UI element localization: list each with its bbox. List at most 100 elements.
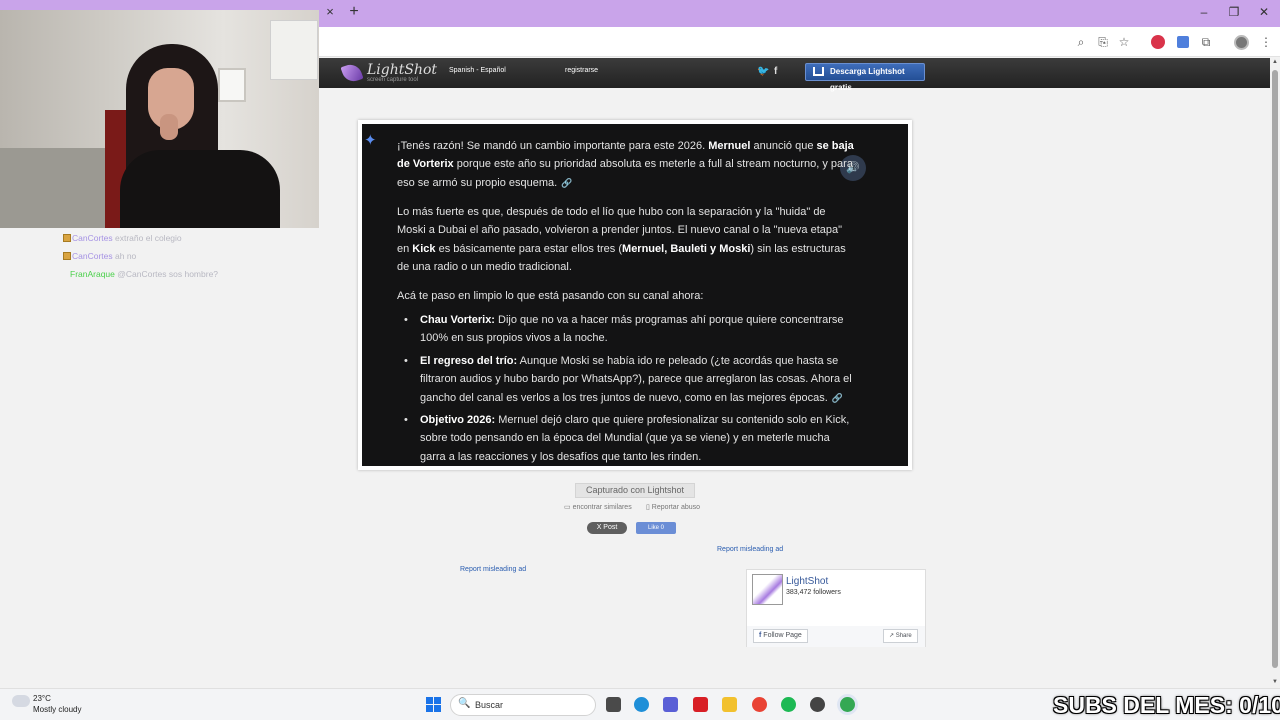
profile-icon[interactable]: [1234, 35, 1249, 50]
chat-username: CanCortes: [72, 251, 113, 261]
captured-with-lightshot-label: Capturado con Lightshot: [575, 483, 695, 498]
text-span: porque este año su prioridad absoluta es…: [397, 158, 853, 189]
chat-text: ah no: [115, 251, 137, 261]
spotify-icon[interactable]: [781, 697, 796, 712]
search-icon: 🔍: [458, 698, 471, 709]
fb-page-name[interactable]: LightShot: [786, 576, 828, 587]
report-abuse-link[interactable]: ▯ Reportar abuso: [646, 503, 700, 511]
cam-hand: [160, 114, 178, 140]
webcam-overlay: [0, 10, 319, 228]
cloud-icon[interactable]: [12, 695, 30, 707]
text-span: ¡Tenés razón! Se mandó un cambio importa…: [397, 140, 709, 152]
lightshot-page-avatar[interactable]: [752, 574, 783, 605]
weather-temperature[interactable]: 23°C: [33, 694, 51, 703]
obs-icon[interactable]: [810, 697, 825, 712]
cam-sofa: [0, 148, 110, 228]
page-scrollbar[interactable]: ▲ ▼: [1270, 58, 1280, 688]
facebook-page-widget: LightShot 383,472 followers f Follow Pag…: [746, 569, 926, 647]
chrome-icon[interactable]: [752, 697, 767, 712]
download-icon: [813, 67, 824, 76]
lightshot-feather-icon: [340, 61, 364, 85]
register-link[interactable]: registrarse: [565, 67, 598, 74]
follow-page-label: Follow Page: [763, 632, 802, 639]
zoom-icon[interactable]: ⌕: [1073, 34, 1089, 50]
store-icon[interactable]: [663, 697, 678, 712]
weather-description[interactable]: Mostly cloudy: [33, 705, 81, 714]
list-item: Chau Vorterix: Dijo que no va a hacer má…: [404, 311, 854, 348]
link-icon: 🔗: [831, 392, 844, 403]
cam-shelf: [270, 20, 318, 80]
minimize-button[interactable]: –: [1194, 5, 1214, 19]
bold-text: Kick: [412, 242, 436, 255]
report-misleading-ad-link[interactable]: Report misleading ad: [460, 566, 526, 573]
find-similar-link[interactable]: ▭ encontrar similares: [564, 503, 632, 511]
restore-button[interactable]: ❐: [1224, 5, 1244, 19]
netflix-icon[interactable]: [693, 697, 708, 712]
fb-followers-count: 383,472 followers: [786, 589, 841, 596]
x-post-button[interactable]: X Post: [587, 522, 627, 534]
lightshot-header: LightShot screen capture tool Spanish - …: [319, 58, 1270, 92]
text-span: es básicamente para estar ellos tres (: [435, 242, 623, 255]
chat-username: CanCortes: [72, 233, 113, 243]
response-paragraph-1: ¡Tenés razón! Se mandó un cambio importa…: [397, 137, 857, 192]
download-label: Descarga Lightshot gratis: [830, 67, 905, 92]
text-span: anunció que: [750, 140, 817, 152]
sub-badge-icon: [63, 252, 71, 260]
search-placeholder: Buscar: [475, 700, 504, 710]
chat-message: CanCortes ah no: [63, 251, 136, 261]
bookmark-star-icon[interactable]: ☆: [1116, 34, 1132, 50]
scroll-up-icon[interactable]: ▲: [1271, 59, 1279, 65]
chrome-active-icon[interactable]: [840, 697, 855, 712]
cam-body: [120, 150, 280, 228]
lightshot-logo[interactable]: LightShot: [367, 62, 437, 78]
cam-picture-frame: [218, 68, 246, 102]
fb-widget-actions: f Follow Page ↗ Share: [747, 626, 925, 647]
download-button[interactable]: Descarga Lightshot gratis: [805, 63, 925, 92]
new-tab-button[interactable]: +: [345, 3, 363, 21]
report-misleading-ad-link[interactable]: Report misleading ad: [717, 546, 783, 553]
chat-text: @CanCortes sos hombre?: [117, 269, 219, 279]
response-paragraph-3: Acá te paso en limpio lo que está pasand…: [397, 290, 704, 302]
follow-page-button[interactable]: f Follow Page: [753, 629, 808, 643]
twitter-icon[interactable]: 🐦: [757, 66, 769, 77]
chat-username: FranAraque: [70, 269, 115, 279]
share-button[interactable]: ↗ Share: [883, 629, 918, 643]
report-abuse-label: Reportar abuso: [651, 504, 701, 511]
scroll-down-icon[interactable]: ▼: [1271, 679, 1279, 685]
taskbar-search[interactable]: 🔍 Buscar: [450, 694, 596, 716]
scroll-thumb[interactable]: [1272, 70, 1278, 668]
response-paragraph-2: Lo más fuerte es que, después de todo el…: [397, 203, 857, 277]
menu-icon[interactable]: ⋮: [1258, 34, 1274, 50]
chat-message: FranAraque @CanCortes sos hombre?: [70, 269, 218, 279]
share-label: Share: [895, 633, 912, 639]
task-view-icon[interactable]: [606, 697, 621, 712]
extension-icon[interactable]: [1151, 35, 1165, 49]
subs-goal-overlay: SUBS DEL MES: 0/10: [1053, 692, 1280, 718]
lightshot-tagline: screen capture tool: [367, 77, 419, 83]
sub-badge-icon: [63, 234, 71, 242]
edge-icon[interactable]: [634, 697, 649, 712]
file-explorer-icon[interactable]: [722, 697, 737, 712]
chat-text: extraño el colegio: [115, 233, 182, 243]
close-window-button[interactable]: ✕: [1254, 5, 1274, 19]
language-select[interactable]: Spanish - Español: [449, 67, 506, 74]
facebook-like-button[interactable]: Like 0: [636, 522, 676, 534]
tab-close-button[interactable]: ×: [322, 4, 338, 20]
bullet-title: El regreso del trío:: [420, 354, 518, 367]
facebook-icon[interactable]: f: [774, 66, 777, 77]
facebook-icon: f: [759, 632, 762, 639]
gemini-spark-icon: ✦: [364, 132, 377, 149]
puzzle-icon[interactable]: ⧉: [1198, 34, 1214, 50]
list-item: Objetivo 2026: Mernuel dejó claro que qu…: [404, 411, 854, 466]
chat-message: CanCortes extraño el colegio: [63, 233, 182, 243]
screenshot-image: ✦ 🔊 ¡Tenés razón! Se mandó un cambio imp…: [362, 124, 908, 466]
translate-icon[interactable]: [1177, 36, 1189, 48]
windows-start-icon[interactable]: [426, 697, 441, 712]
bullet-title: Objetivo 2026:: [420, 414, 496, 427]
bullet-title: Chau Vorterix:: [420, 314, 495, 326]
bold-text: Mernuel: [708, 140, 751, 152]
screenshot-image-frame: ✦ 🔊 ¡Tenés razón! Se mandó un cambio imp…: [358, 120, 912, 470]
link-icon: 🔗: [561, 177, 573, 188]
bold-text: Mernuel, Bauleti y Moski: [622, 242, 751, 255]
install-icon[interactable]: ⎘: [1095, 34, 1111, 50]
